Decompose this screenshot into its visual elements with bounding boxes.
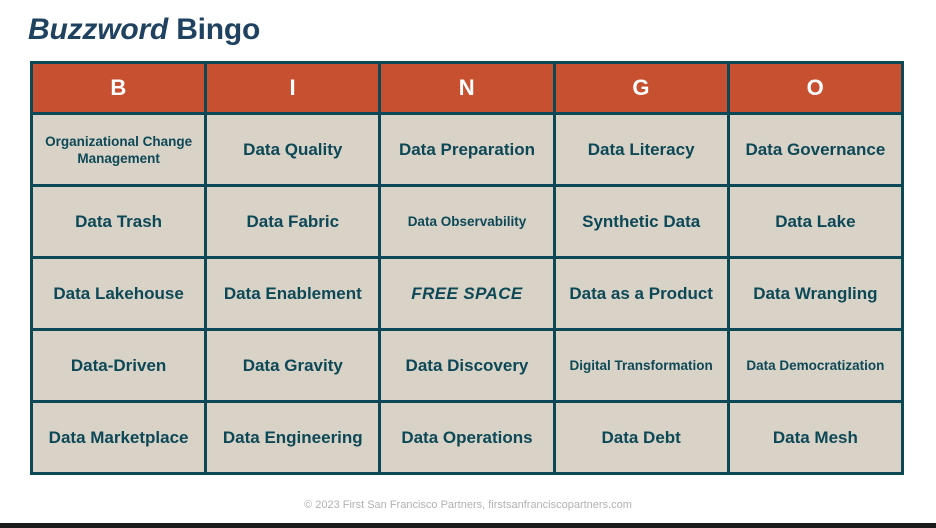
bingo-cell[interactable]: Data Wrangling: [726, 256, 905, 331]
bingo-header-row: B I N G O: [29, 61, 905, 115]
bingo-cell[interactable]: Data-Driven: [29, 328, 208, 403]
bingo-cell[interactable]: Data as a Product: [552, 256, 730, 331]
bingo-row: Data-Driven Data Gravity Data Discovery …: [29, 328, 905, 403]
bingo-card-page: Buzzword Bingo B I N G O Organizational …: [0, 0, 936, 528]
bingo-cell[interactable]: Synthetic Data: [552, 184, 730, 259]
bingo-header-cell-i: I: [204, 61, 382, 115]
bingo-header-cell-g: G: [552, 61, 730, 115]
bingo-cell[interactable]: Data Discovery: [378, 328, 556, 403]
bingo-cell[interactable]: Data Observability: [378, 184, 556, 259]
bingo-cell[interactable]: Data Operations: [378, 400, 556, 475]
page-title-rest: Bingo: [168, 13, 261, 46]
bingo-row: Data Marketplace Data Engineering Data O…: [29, 400, 905, 475]
bingo-cell[interactable]: Data Mesh: [726, 400, 905, 475]
bingo-row: Data Trash Data Fabric Data Observabilit…: [29, 184, 905, 259]
bingo-cell[interactable]: Data Lakehouse: [29, 256, 208, 331]
bingo-cell[interactable]: Data Governance: [726, 112, 905, 187]
bingo-grid-container: B I N G O Organizational Change Manageme…: [29, 61, 905, 475]
page-title-emphasis: Buzzword: [28, 13, 169, 46]
bingo-cell[interactable]: Data Engineering: [204, 400, 382, 475]
bingo-cell[interactable]: Data Fabric: [204, 184, 382, 259]
bingo-row: Data Lakehouse Data Enablement FREE SPAC…: [29, 256, 905, 331]
bingo-row: Organizational Change Management Data Qu…: [29, 112, 905, 187]
bingo-cell[interactable]: Data Preparation: [378, 112, 556, 187]
bingo-cell[interactable]: Data Gravity: [204, 328, 382, 403]
bingo-cell[interactable]: Data Enablement: [204, 256, 382, 331]
bingo-cell[interactable]: Organizational Change Management: [29, 112, 208, 187]
bingo-cell-free-space[interactable]: FREE SPACE: [378, 256, 556, 331]
bingo-cell[interactable]: Data Democratization: [726, 328, 905, 403]
bingo-cell[interactable]: Data Quality: [204, 112, 382, 187]
bingo-header-cell-n: N: [378, 61, 556, 115]
bingo-cell[interactable]: Data Debt: [552, 400, 730, 475]
footer-copyright: © 2023 First San Francisco Partners, fir…: [304, 499, 632, 511]
bottom-edge-bar: [0, 523, 936, 528]
bingo-body: Organizational Change Management Data Qu…: [29, 112, 905, 475]
bingo-cell[interactable]: Data Trash: [29, 184, 208, 259]
page-title: Buzzword Bingo: [28, 12, 260, 48]
bingo-header-cell-b: B: [29, 61, 208, 115]
bingo-cell[interactable]: Digital Transformation: [552, 328, 730, 403]
bingo-cell[interactable]: Data Lake: [726, 184, 905, 259]
bingo-cell[interactable]: Data Literacy: [552, 112, 730, 187]
bingo-header-cell-o: O: [726, 61, 905, 115]
bingo-cell[interactable]: Data Marketplace: [29, 400, 208, 475]
bingo-grid: B I N G O Organizational Change Manageme…: [29, 61, 905, 475]
